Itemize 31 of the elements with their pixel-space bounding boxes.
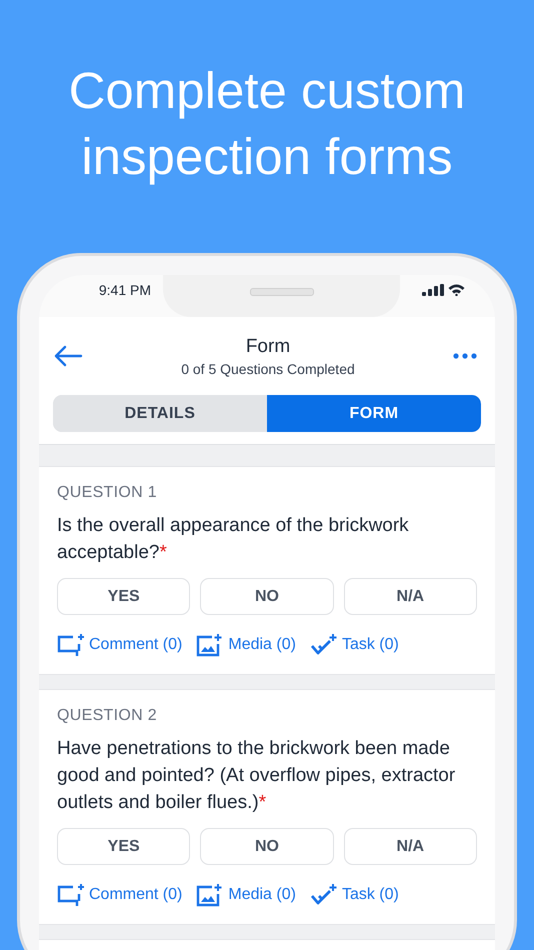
image-add-icon[interactable] xyxy=(196,883,224,907)
answer-button[interactable]: YES xyxy=(57,828,190,865)
answer-button[interactable]: N/A xyxy=(344,578,477,615)
screen-subtitle: 0 of 5 Questions Completed xyxy=(181,360,355,376)
screen-title: Form xyxy=(246,336,290,358)
comment-add-icon[interactable] xyxy=(57,883,85,907)
image-add-icon[interactable] xyxy=(196,633,224,657)
status-time: 9:41 PM xyxy=(98,281,151,298)
question-text: Have penetrations to the brickwork been made good and pointed? (At overflow pipes, extractor outlets and boiler flues.)* xyxy=(57,737,456,815)
headline: Complete custom inspection forms xyxy=(68,61,466,187)
signal-icon xyxy=(422,284,444,296)
checkmark-add-icon[interactable] xyxy=(310,633,338,657)
answer-button[interactable]: N/A xyxy=(344,828,477,865)
action-link[interactable]: Media (0) xyxy=(228,636,296,654)
action-link[interactable]: Comment (0) xyxy=(89,886,182,904)
question-text: Is the overall appearance of the brickwork acceptable?* xyxy=(57,514,410,565)
checkmark-add-icon[interactable] xyxy=(310,883,338,907)
answer-button[interactable]: NO xyxy=(200,578,334,615)
back-arrow-icon[interactable] xyxy=(53,345,83,367)
tab[interactable]: FORM xyxy=(267,395,481,432)
question-number: QUESTION 2 xyxy=(57,707,158,725)
action-link[interactable]: Comment (0) xyxy=(89,636,182,654)
more-icon[interactable] xyxy=(452,353,477,359)
answer-button[interactable]: YES xyxy=(57,578,190,615)
question-number: QUESTION 1 xyxy=(57,484,158,502)
action-link[interactable]: Media (0) xyxy=(228,886,296,904)
wifi-icon xyxy=(448,284,465,296)
action-link[interactable]: Task (0) xyxy=(342,886,399,904)
action-link[interactable]: Task (0) xyxy=(342,636,399,654)
answer-button[interactable]: NO xyxy=(200,828,334,865)
comment-add-icon[interactable] xyxy=(57,633,85,657)
